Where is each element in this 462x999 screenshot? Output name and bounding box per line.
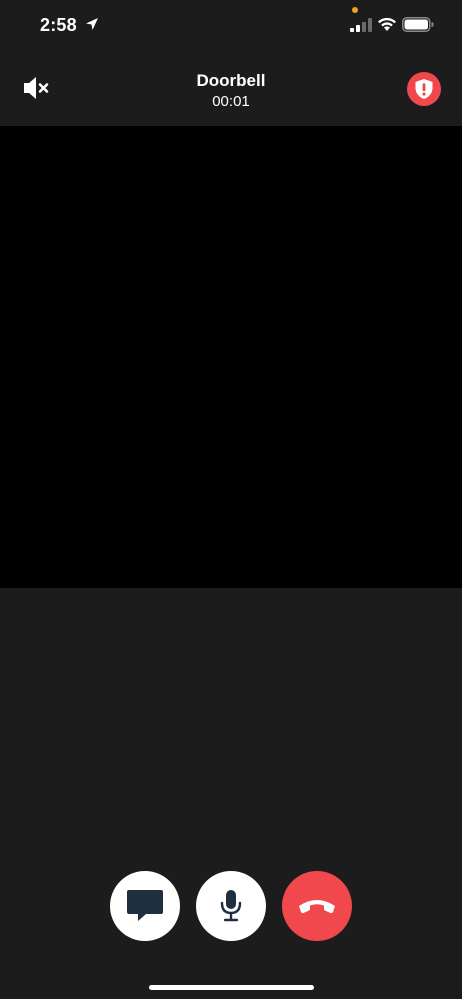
status-time: 2:58 xyxy=(40,15,77,35)
battery-icon xyxy=(402,17,434,32)
call-info: Doorbell 00:01 xyxy=(131,71,331,111)
speaker-muted-icon[interactable] xyxy=(22,75,50,101)
shield-alert-button[interactable] xyxy=(407,72,441,106)
shield-alert-icon xyxy=(415,79,433,99)
hang-up-phone-icon xyxy=(299,900,335,914)
home-indicator[interactable] xyxy=(149,985,314,990)
wifi-icon xyxy=(378,17,396,31)
hang-up-button[interactable] xyxy=(282,871,352,941)
message-button[interactable] xyxy=(110,871,180,941)
microphone-icon xyxy=(220,890,242,922)
privacy-indicator-dot xyxy=(352,7,358,13)
video-feed[interactable] xyxy=(0,126,462,588)
microphone-button[interactable] xyxy=(196,871,266,941)
cellular-signal-icon xyxy=(350,18,372,32)
location-arrow-icon xyxy=(86,18,98,30)
chat-bubble-icon xyxy=(127,890,163,921)
call-title: Doorbell xyxy=(196,71,266,90)
call-header: Doorbell 00:01 xyxy=(0,52,462,126)
call-timer: 00:01 xyxy=(212,93,250,110)
status-bar: 2:58 xyxy=(0,0,462,52)
